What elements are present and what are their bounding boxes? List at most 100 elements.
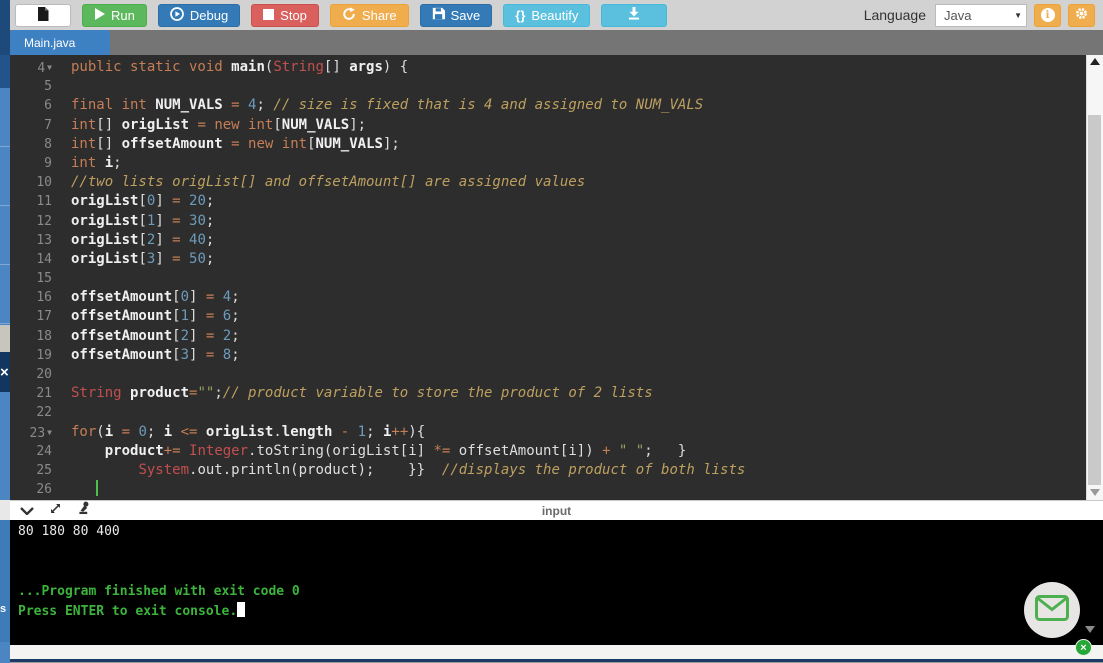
code-line[interactable]: 9int i; [10,154,1087,173]
code-line[interactable]: 21String product="";// product variable … [10,384,1087,403]
console-stamp-button[interactable] [77,501,90,520]
share-button-label: Share [362,8,397,23]
line-number: 25 [10,461,58,480]
code-editor[interactable]: 4▼public static void main(String[] args)… [10,55,1103,500]
language-label: Language [864,7,926,23]
line-number: 13 [10,231,58,250]
line-number: 17 [10,307,58,326]
line-number: 21 [10,384,58,403]
code-line[interactable]: 25 System.out.println(product); }} //dis… [10,461,1087,480]
line-number: 18 [10,327,58,346]
line-number: 22 [10,403,58,422]
new-file-button[interactable] [15,4,71,27]
console-scroll-down-icon[interactable] [1085,626,1095,633]
save-button[interactable]: Save [420,4,493,27]
chat-button[interactable] [1024,582,1080,638]
code-text: for(i = 0; i <= origList.length - 1; i++… [58,423,425,442]
file-icon [37,7,49,24]
line-number: 20 [10,365,58,384]
tab-bar: Main.java [10,30,1103,55]
braces-icon: {} [515,8,525,23]
line-number: 14 [10,250,58,269]
editor-scrollbar[interactable] [1086,55,1103,500]
code-line[interactable]: 16offsetAmount[0] = 4; [10,288,1087,307]
line-number: 5 [10,77,58,96]
left-edge-strip: ×s [0,0,10,663]
code-text: origList[2] = 40; [58,231,214,250]
code-text: origList[1] = 30; [58,212,214,231]
code-line[interactable]: 10//two lists origList[] and offsetAmoun… [10,173,1087,192]
line-number: 26 [10,480,58,499]
info-button[interactable]: i [1034,4,1061,27]
line-number: 24 [10,442,58,461]
code-text: origList[3] = 50; [58,250,214,269]
debug-button[interactable]: Debug [158,4,240,27]
circle-play-icon [170,7,184,24]
play-icon [94,8,105,23]
code-text: origList[0] = 20; [58,192,214,211]
code-line[interactable]: 6final int NUM_VALS = 4; // size is fixe… [10,96,1087,115]
scroll-down-arrow-icon[interactable] [1090,489,1100,496]
toolbar: Run Debug Stop Share [10,0,1103,30]
code-line[interactable]: 22 [10,403,1087,422]
code-line[interactable]: 26 [10,480,1087,499]
stop-button[interactable]: Stop [251,4,319,27]
scrollbar-thumb[interactable] [1088,115,1101,485]
code-line[interactable]: 12origList[1] = 30; [10,212,1087,231]
share-button[interactable]: Share [330,4,409,27]
strip-glyph: × [0,364,10,381]
language-select[interactable]: Java [935,4,1027,27]
console-stdout-line [18,542,1103,562]
console-lines: 80 180 80 400...Program finished with ex… [18,522,1103,622]
console-output[interactable]: 80 180 80 400...Program finished with ex… [10,520,1103,645]
code-line[interactable]: 11origList[0] = 20; [10,192,1087,211]
code-line[interactable]: 24 product+= Integer.toString(origList[i… [10,442,1087,461]
beautify-button[interactable]: {} Beautify [503,4,590,27]
code-line[interactable]: 15 [10,269,1087,288]
code-text: offsetAmount[3] = 8; [58,346,240,365]
code-line[interactable]: 14origList[3] = 50; [10,250,1087,269]
code-text [58,403,71,422]
code-text: //two lists origList[] and offsetAmount[… [58,173,585,192]
code-line[interactable]: 23▼for(i = 0; i <= origList.length - 1; … [10,423,1087,442]
line-number: 9 [10,154,58,173]
console-header: input [10,500,1103,520]
envelope-icon [1035,595,1069,626]
code-line[interactable]: 18offsetAmount[2] = 2; [10,327,1087,346]
console-expand-button[interactable] [49,502,62,520]
info-icon: i [1041,8,1055,22]
code-text [58,77,71,96]
code-text [58,480,98,499]
code-line[interactable]: 8int[] offsetAmount = new int[NUM_VALS]; [10,135,1087,154]
code-line[interactable]: 7int[] origList = new int[NUM_VALS]; [10,116,1087,135]
code-line[interactable]: 20 [10,365,1087,384]
code-line[interactable]: 13origList[2] = 40; [10,231,1087,250]
code-line[interactable]: 17offsetAmount[1] = 6; [10,307,1087,326]
stamp-icon [77,501,90,520]
line-number: 10 [10,173,58,192]
code-text: product+= Integer.toString(origList[i] *… [58,442,686,461]
chevron-down-icon [20,502,34,520]
scroll-up-arrow-icon[interactable] [1090,58,1100,65]
code-line[interactable]: 19offsetAmount[3] = 8; [10,346,1087,365]
strip-segment [0,500,10,520]
run-button[interactable]: Run [82,4,147,27]
settings-button[interactable] [1068,4,1095,27]
tab-main-java[interactable]: Main.java [10,30,110,55]
line-number: 8 [10,135,58,154]
fold-arrow-icon[interactable]: ▼ [47,428,52,437]
line-number: 4▼ [10,58,58,77]
line-number: 6 [10,96,58,115]
code-line[interactable]: 4▼public static void main(String[] args)… [10,58,1087,77]
onlinegdb-ide-window: ×s Run Debug [0,0,1103,663]
download-button[interactable] [601,4,667,27]
code-line[interactable]: 5 [10,77,1087,96]
code-text: public static void main(String[] args) { [58,58,408,77]
fold-arrow-icon[interactable]: ▼ [47,63,52,72]
console-system-message: Press ENTER to exit console. [18,602,1103,622]
strip-segment: × [0,352,10,392]
chat-close-badge[interactable]: × [1075,639,1092,656]
code-text: int i; [58,154,122,173]
square-stop-icon [263,8,274,23]
console-collapse-button[interactable] [20,502,34,520]
